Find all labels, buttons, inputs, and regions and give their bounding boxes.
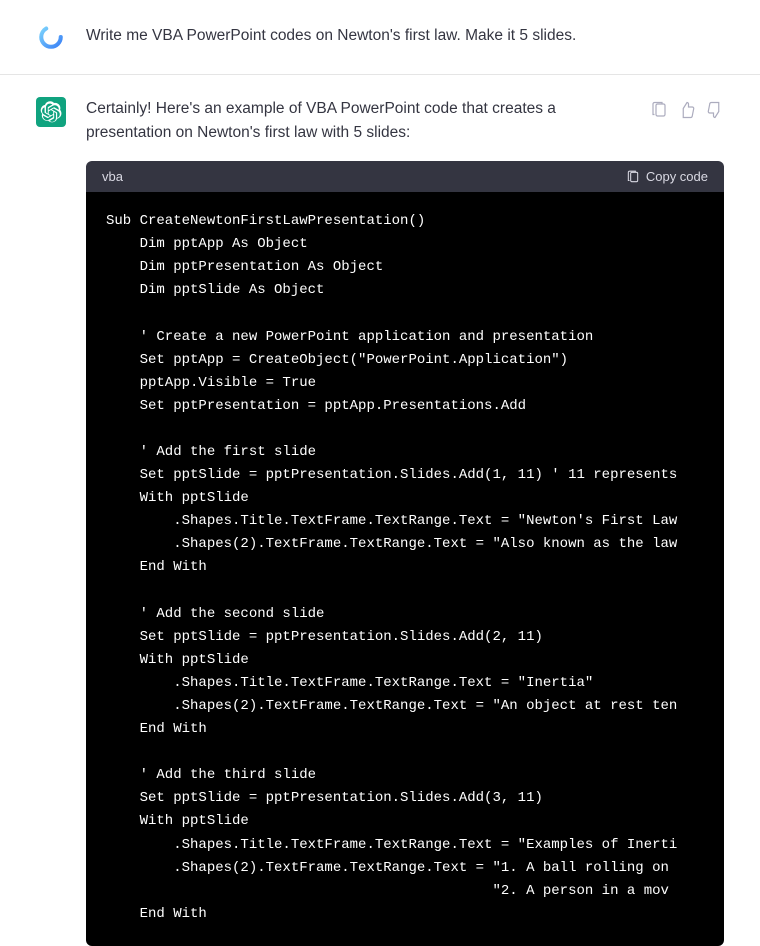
message-actions <box>650 97 724 119</box>
copy-code-button[interactable]: Copy code <box>626 169 708 184</box>
assistant-message-text: Certainly! Here's an example of VBA Powe… <box>86 97 630 145</box>
user-avatar <box>36 22 66 52</box>
clipboard-icon <box>626 170 640 184</box>
code-language-label: vba <box>102 169 123 184</box>
clipboard-icon[interactable] <box>650 101 668 119</box>
code-block: vba Copy code Sub CreateNewtonFirstLawPr… <box>86 161 724 946</box>
user-message-text: Write me VBA PowerPoint codes on Newton'… <box>86 22 724 48</box>
user-message-row: Write me VBA PowerPoint codes on Newton'… <box>0 0 760 75</box>
assistant-message-block: Certainly! Here's an example of VBA Powe… <box>0 75 760 946</box>
assistant-avatar <box>36 97 66 127</box>
code-content[interactable]: Sub CreateNewtonFirstLawPresentation() D… <box>86 192 724 946</box>
copy-code-label: Copy code <box>646 169 708 184</box>
thumbs-down-icon[interactable] <box>706 101 724 119</box>
code-header: vba Copy code <box>86 161 724 192</box>
thumbs-up-icon[interactable] <box>678 101 696 119</box>
